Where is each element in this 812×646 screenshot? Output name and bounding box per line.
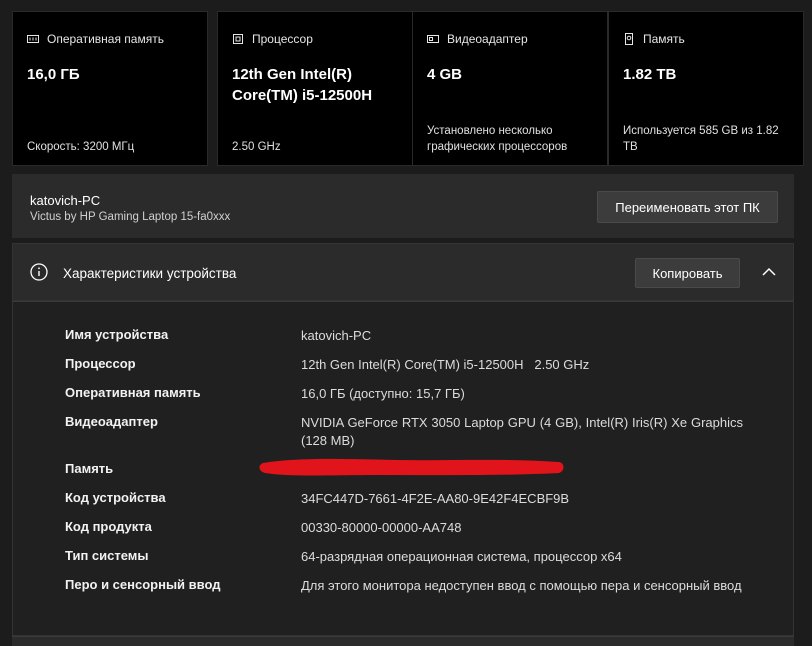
ram-card-foot: Скорость: 3200 МГц bbox=[27, 141, 135, 153]
gpu-card-value: 4 GB bbox=[427, 66, 463, 83]
ram-card: Оперативная память 16,0 ГБ Скорость: 320… bbox=[12, 11, 208, 166]
spec-key: Перо и сенсорный ввод bbox=[65, 577, 221, 592]
spec-value[interactable]: Для этого монитора недоступен ввод с пом… bbox=[301, 577, 743, 595]
chevron-up-icon[interactable] bbox=[761, 265, 777, 279]
ram-card-label: Оперативная память bbox=[47, 32, 164, 46]
device-model: Victus by HP Gaming Laptop 15-fa0xxx bbox=[30, 211, 231, 223]
spec-key: Видеоадаптер bbox=[65, 414, 158, 429]
ram-card-header: Оперативная память bbox=[27, 32, 197, 46]
spec-key: Тип системы bbox=[65, 548, 149, 563]
ram-icon bbox=[27, 35, 39, 43]
system-about-page: Оперативная память 16,0 ГБ Скорость: 320… bbox=[0, 0, 812, 646]
storage-card: Память 1.82 TB Используется 585 GB из 1.… bbox=[608, 11, 804, 166]
spec-key: Имя устройства bbox=[65, 327, 169, 342]
storage-card-value: 1.82 TB bbox=[623, 66, 677, 83]
cpu-card-label: Процессор bbox=[252, 32, 313, 46]
device-name-bar: katovich-PC Victus by HP Gaming Laptop 1… bbox=[12, 174, 794, 238]
spec-key: Оперативная память bbox=[65, 385, 201, 400]
storage-card-label: Память bbox=[643, 32, 685, 46]
info-icon bbox=[30, 263, 48, 281]
gpu-card-foot: Установлено несколько графических процес… bbox=[427, 125, 568, 153]
spec-key: Память bbox=[65, 461, 114, 476]
storage-card-foot: Используется 585 GB из 1.82 TB bbox=[623, 125, 779, 153]
spec-value[interactable]: 16,0 ГБ (доступно: 15,7 ГБ) bbox=[301, 385, 743, 403]
gpu-icon bbox=[427, 35, 439, 43]
next-section-strip bbox=[12, 636, 794, 646]
cpu-card-foot: 2.50 GHz bbox=[232, 141, 281, 153]
gpu-card: Видеоадаптер 4 GB Установлено несколько … bbox=[412, 11, 608, 166]
spec-value[interactable]: katovich-PC bbox=[301, 327, 743, 345]
cpu-icon bbox=[233, 34, 243, 44]
device-specs-header[interactable]: Характеристики устройства Копировать bbox=[12, 243, 794, 301]
spec-value[interactable]: NVIDIA GeForce RTX 3050 Laptop GPU (4 GB… bbox=[301, 414, 743, 450]
spec-value[interactable]: 64-разрядная операционная система, проце… bbox=[301, 548, 743, 566]
copy-button[interactable]: Копировать bbox=[635, 258, 740, 288]
spec-key: Код устройства bbox=[65, 490, 166, 505]
ram-card-value: 16,0 ГБ bbox=[27, 66, 80, 83]
spec-value[interactable]: 34FC447D-7661-4F2E-AA80-9E42F4ECBF9B bbox=[301, 490, 743, 508]
gpu-card-label: Видеоадаптер bbox=[447, 32, 528, 46]
gpu-card-header: Видеоадаптер bbox=[427, 32, 597, 46]
device-name: katovich-PC bbox=[30, 193, 101, 208]
spec-value[interactable]: 12th Gen Intel(R) Core(TM) i5-12500H 2.5… bbox=[301, 356, 743, 374]
red-redaction-mark bbox=[259, 458, 564, 476]
spec-value[interactable]: 00330-80000-00000-AA748 bbox=[301, 519, 743, 537]
cpu-card-header: Процессор bbox=[232, 32, 402, 46]
storage-icon bbox=[625, 33, 633, 45]
cpu-card-value: 12th Gen Intel(R) Core(TM) i5-12500H bbox=[232, 66, 373, 104]
rename-pc-button[interactable]: Переименовать этот ПК bbox=[597, 191, 778, 223]
spec-key: Процессор bbox=[65, 356, 136, 371]
storage-card-header: Память bbox=[623, 32, 793, 46]
cpu-card: Процессор 12th Gen Intel(R) Core(TM) i5-… bbox=[217, 11, 413, 166]
spec-key: Код продукта bbox=[65, 519, 152, 534]
device-specs-title: Характеристики устройства bbox=[63, 266, 237, 281]
device-specs-body: Имя устройства katovich-PC Процессор 12t… bbox=[12, 301, 794, 636]
